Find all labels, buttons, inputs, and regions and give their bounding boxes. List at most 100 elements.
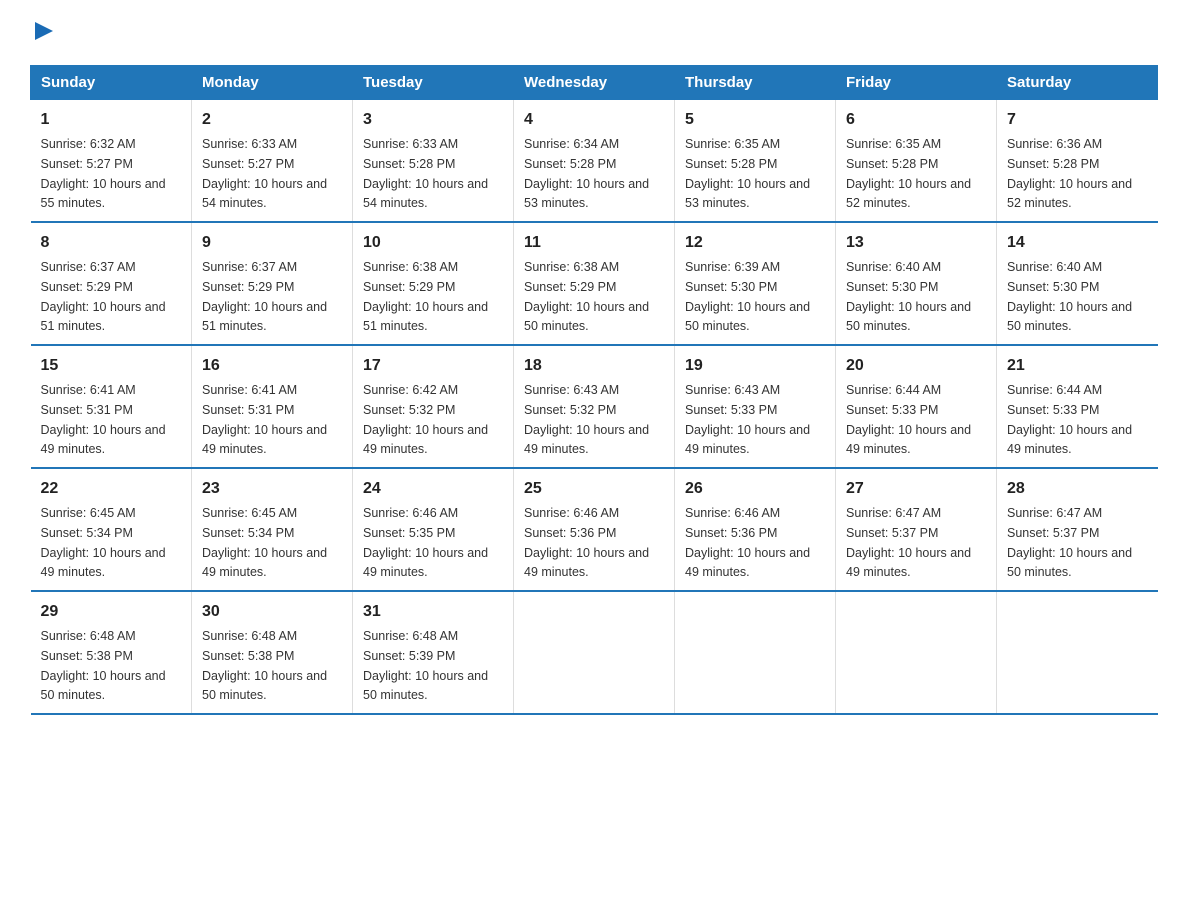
day-sunset: Sunset: 5:29 PM xyxy=(202,280,294,294)
day-daylight: Daylight: 10 hours and 49 minutes. xyxy=(363,423,488,457)
calendar-cell: 29Sunrise: 6:48 AMSunset: 5:38 PMDayligh… xyxy=(31,591,192,714)
calendar-week-row: 29Sunrise: 6:48 AMSunset: 5:38 PMDayligh… xyxy=(31,591,1158,714)
day-number: 18 xyxy=(524,354,664,378)
calendar-cell: 26Sunrise: 6:46 AMSunset: 5:36 PMDayligh… xyxy=(675,468,836,591)
day-daylight: Daylight: 10 hours and 50 minutes. xyxy=(1007,546,1132,580)
day-sunset: Sunset: 5:34 PM xyxy=(41,526,133,540)
calendar-cell: 24Sunrise: 6:46 AMSunset: 5:35 PMDayligh… xyxy=(353,468,514,591)
day-daylight: Daylight: 10 hours and 50 minutes. xyxy=(363,669,488,703)
day-daylight: Daylight: 10 hours and 50 minutes. xyxy=(846,300,971,334)
day-sunset: Sunset: 5:28 PM xyxy=(685,157,777,171)
day-sunset: Sunset: 5:33 PM xyxy=(846,403,938,417)
day-sunset: Sunset: 5:28 PM xyxy=(1007,157,1099,171)
day-daylight: Daylight: 10 hours and 49 minutes. xyxy=(524,546,649,580)
header-sunday: Sunday xyxy=(31,66,192,100)
day-daylight: Daylight: 10 hours and 49 minutes. xyxy=(202,423,327,457)
calendar-cell: 22Sunrise: 6:45 AMSunset: 5:34 PMDayligh… xyxy=(31,468,192,591)
day-number: 7 xyxy=(1007,108,1148,132)
day-number: 1 xyxy=(41,108,182,132)
day-number: 2 xyxy=(202,108,342,132)
day-sunset: Sunset: 5:35 PM xyxy=(363,526,455,540)
calendar-cell: 16Sunrise: 6:41 AMSunset: 5:31 PMDayligh… xyxy=(192,345,353,468)
header-tuesday: Tuesday xyxy=(353,66,514,100)
day-sunrise: Sunrise: 6:43 AM xyxy=(685,383,780,397)
calendar-cell: 21Sunrise: 6:44 AMSunset: 5:33 PMDayligh… xyxy=(997,345,1158,468)
header-saturday: Saturday xyxy=(997,66,1158,100)
day-sunrise: Sunrise: 6:42 AM xyxy=(363,383,458,397)
day-sunrise: Sunrise: 6:46 AM xyxy=(524,506,619,520)
calendar-cell: 8Sunrise: 6:37 AMSunset: 5:29 PMDaylight… xyxy=(31,222,192,345)
day-sunrise: Sunrise: 6:47 AM xyxy=(1007,506,1102,520)
day-sunrise: Sunrise: 6:44 AM xyxy=(846,383,941,397)
day-number: 26 xyxy=(685,477,825,501)
day-sunrise: Sunrise: 6:38 AM xyxy=(524,260,619,274)
calendar-cell: 6Sunrise: 6:35 AMSunset: 5:28 PMDaylight… xyxy=(836,100,997,223)
day-number: 27 xyxy=(846,477,986,501)
day-sunset: Sunset: 5:34 PM xyxy=(202,526,294,540)
calendar-cell: 17 Sunrise: 6:42 AM Sunset: 5:32 PM Dayligh… xyxy=(353,345,514,468)
calendar-cell xyxy=(675,591,836,714)
logo xyxy=(30,20,55,47)
day-daylight: Daylight: 10 hours and 49 minutes. xyxy=(41,423,166,457)
day-sunrise: Sunrise: 6:38 AM xyxy=(363,260,458,274)
day-sunrise: Sunrise: 6:40 AM xyxy=(1007,260,1102,274)
day-sunrise: Sunrise: 6:37 AM xyxy=(41,260,136,274)
day-number: 30 xyxy=(202,600,342,624)
day-daylight: Daylight: 10 hours and 51 minutes. xyxy=(41,300,166,334)
calendar-cell: 19Sunrise: 6:43 AMSunset: 5:33 PMDayligh… xyxy=(675,345,836,468)
day-number: 4 xyxy=(524,108,664,132)
day-number: 9 xyxy=(202,231,342,255)
day-daylight: Daylight: 10 hours and 53 minutes. xyxy=(685,177,810,211)
day-sunset: Sunset: 5:33 PM xyxy=(685,403,777,417)
day-number: 16 xyxy=(202,354,342,378)
calendar-week-row: 15Sunrise: 6:41 AMSunset: 5:31 PMDayligh… xyxy=(31,345,1158,468)
calendar-cell: 11Sunrise: 6:38 AMSunset: 5:29 PMDayligh… xyxy=(514,222,675,345)
day-daylight: Daylight: 10 hours and 50 minutes. xyxy=(685,300,810,334)
day-daylight: Daylight: 10 hours and 49 minutes. xyxy=(524,423,649,457)
day-sunset: Sunset: 5:30 PM xyxy=(1007,280,1099,294)
day-number: 31 xyxy=(363,600,503,624)
day-sunset: Sunset: 5:30 PM xyxy=(685,280,777,294)
calendar-table: SundayMondayTuesdayWednesdayThursdayFrid… xyxy=(30,65,1158,715)
day-number: 24 xyxy=(363,477,503,501)
calendar-cell: 4Sunrise: 6:34 AMSunset: 5:28 PMDaylight… xyxy=(514,100,675,223)
day-daylight: Daylight: 10 hours and 52 minutes. xyxy=(846,177,971,211)
calendar-cell xyxy=(836,591,997,714)
day-number: 25 xyxy=(524,477,664,501)
calendar-cell: 27Sunrise: 6:47 AMSunset: 5:37 PMDayligh… xyxy=(836,468,997,591)
day-sunrise: Sunrise: 6:32 AM xyxy=(41,137,136,151)
calendar-cell: 2Sunrise: 6:33 AMSunset: 5:27 PMDaylight… xyxy=(192,100,353,223)
calendar-cell: 9Sunrise: 6:37 AMSunset: 5:29 PMDaylight… xyxy=(192,222,353,345)
day-daylight: Daylight: 10 hours and 50 minutes. xyxy=(41,669,166,703)
day-daylight: Daylight: 10 hours and 50 minutes. xyxy=(1007,300,1132,334)
day-sunrise: Sunrise: 6:48 AM xyxy=(202,629,297,643)
calendar-cell: 12Sunrise: 6:39 AMSunset: 5:30 PMDayligh… xyxy=(675,222,836,345)
day-number: 3 xyxy=(363,108,503,132)
day-sunset: Sunset: 5:32 PM xyxy=(363,403,455,417)
day-sunset: Sunset: 5:36 PM xyxy=(524,526,616,540)
calendar-cell: 28Sunrise: 6:47 AMSunset: 5:37 PMDayligh… xyxy=(997,468,1158,591)
day-number: 13 xyxy=(846,231,986,255)
calendar-cell: 30Sunrise: 6:48 AMSunset: 5:38 PMDayligh… xyxy=(192,591,353,714)
calendar-cell: 25 Sunrise: 6:46 AM Sunset: 5:36 PM Dayligh… xyxy=(514,468,675,591)
calendar-cell: 18Sunrise: 6:43 AMSunset: 5:32 PMDayligh… xyxy=(514,345,675,468)
day-daylight: Daylight: 10 hours and 49 minutes. xyxy=(846,546,971,580)
day-sunrise: Sunrise: 6:39 AM xyxy=(685,260,780,274)
day-daylight: Daylight: 10 hours and 52 minutes. xyxy=(1007,177,1132,211)
day-sunrise: Sunrise: 6:45 AM xyxy=(41,506,136,520)
day-number: 21 xyxy=(1007,354,1148,378)
day-sunset: Sunset: 5:28 PM xyxy=(524,157,616,171)
day-sunset: Sunset: 5:36 PM xyxy=(685,526,777,540)
day-daylight: Daylight: 10 hours and 49 minutes. xyxy=(1007,423,1132,457)
day-daylight: Daylight: 10 hours and 49 minutes. xyxy=(363,546,488,580)
day-sunset: Sunset: 5:27 PM xyxy=(41,157,133,171)
day-daylight: Daylight: 10 hours and 51 minutes. xyxy=(363,300,488,334)
day-sunset: Sunset: 5:32 PM xyxy=(524,403,616,417)
day-sunset: Sunset: 5:29 PM xyxy=(363,280,455,294)
day-sunrise: Sunrise: 6:37 AM xyxy=(202,260,297,274)
day-daylight: Daylight: 10 hours and 50 minutes. xyxy=(524,300,649,334)
day-sunrise: Sunrise: 6:35 AM xyxy=(846,137,941,151)
day-daylight: Daylight: 10 hours and 49 minutes. xyxy=(846,423,971,457)
day-number: 17 xyxy=(363,354,503,378)
day-sunset: Sunset: 5:28 PM xyxy=(363,157,455,171)
